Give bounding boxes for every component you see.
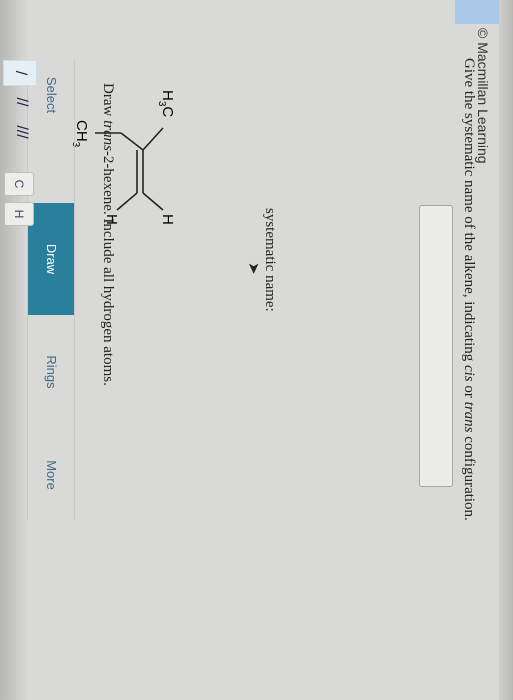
carbon-atom-button[interactable]: C	[4, 172, 34, 196]
h-top-label: H	[159, 214, 176, 225]
mouse-cursor-icon: ➤	[245, 262, 262, 275]
tab-more[interactable]: More	[28, 435, 74, 515]
question-screen: © Macmillan Learning Give the systematic…	[0, 0, 513, 700]
single-bond-button[interactable]: /	[3, 60, 37, 86]
triple-bond-button[interactable]: ///	[5, 120, 37, 144]
h3c-label: H3C	[156, 90, 176, 117]
draw-prompt: Draw trans-2-hexene. Include all hydroge…	[100, 83, 116, 386]
systematic-name-label: systematic name:	[262, 208, 278, 312]
bond-h-bottom	[116, 192, 138, 211]
copyright-credit: © Macmillan Learning	[475, 28, 491, 164]
bond-ch2	[120, 132, 144, 151]
tab-rings[interactable]: Rings	[28, 316, 74, 428]
bond-h3c	[142, 127, 164, 151]
question-prompt: Give the systematic name of the alkene, …	[461, 58, 477, 521]
double-bond-button[interactable]: //	[5, 90, 37, 114]
tab-draw[interactable]: Draw	[28, 203, 74, 315]
bond-h-top	[142, 192, 164, 211]
hydrogen-atom-button[interactable]: H	[4, 202, 34, 226]
systematic-name-input[interactable]	[419, 205, 453, 487]
